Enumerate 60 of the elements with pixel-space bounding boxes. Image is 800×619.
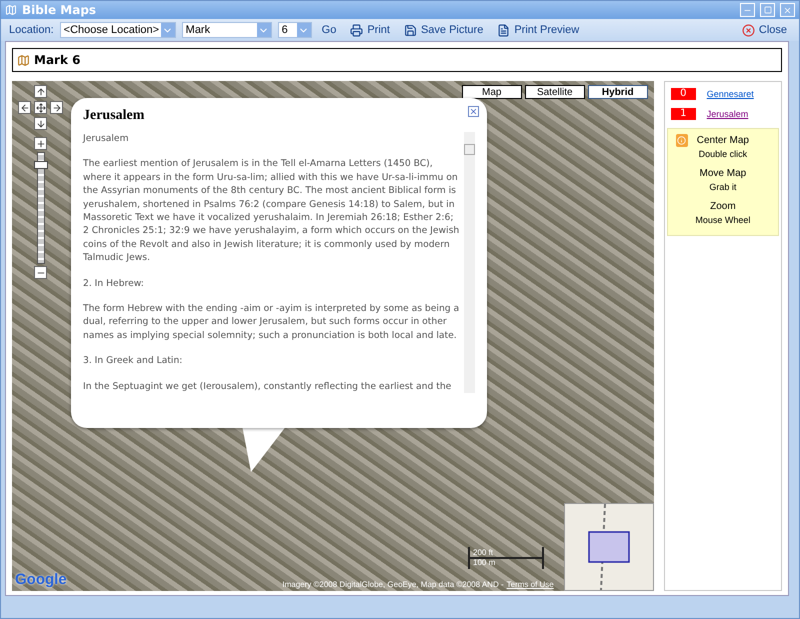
map-attribution: Imagery ©2008 DigitalGlobe, GeoEye, Map data ©2008 AND - — [282, 580, 504, 589]
print-button[interactable]: Print — [346, 24, 394, 36]
place-link[interactable]: Jerusalem — [706, 109, 748, 119]
help-text: Mouse Wheel — [695, 215, 750, 225]
map-icon — [5, 4, 17, 16]
terms-link[interactable]: Terms of Use — [506, 580, 554, 589]
arrow-left-icon — [20, 102, 30, 112]
popup-paragraph: 2. In Hebrew: — [83, 276, 145, 290]
popup-paragraph: The form Hebrew with the ending -aim or -ayim is interpreted by some as being a dual, referring to the upper and lower Jerusalem, but such forms occur in other names as implying special solemnity; such a pronunciation is both local and late. — [83, 302, 460, 342]
popup-title: Jerusalem — [83, 108, 144, 124]
save-picture-button[interactable]: Save Picture — [400, 24, 488, 36]
popup-paragraph: Jerusalem — [83, 132, 130, 146]
pan-up-button[interactable] — [34, 85, 47, 98]
plus-icon — [36, 138, 46, 148]
close-button[interactable] — [468, 106, 479, 117]
popup-paragraph: In the Septuagint we get (Ierousalem), constantly reflecting the earliest and the — [83, 380, 452, 394]
zoom-slider-thumb[interactable] — [34, 161, 48, 170]
printer-icon — [350, 24, 364, 36]
map-scale: 200 ft 100 m — [468, 547, 544, 569]
maximize-icon — [764, 6, 772, 14]
place-number: 0 — [670, 88, 696, 100]
help-title: Zoom — [710, 201, 736, 212]
chapter-title: Mark 6 — [34, 53, 80, 67]
map-type-button[interactable]: Hybrid — [588, 85, 648, 99]
go-button[interactable]: Go — [318, 24, 340, 36]
close-icon — [742, 24, 755, 36]
document-icon — [497, 24, 510, 36]
pan-left-button[interactable] — [18, 101, 31, 114]
info-icon — [676, 134, 688, 147]
map-logo: Google — [15, 571, 67, 588]
pan-right-button[interactable] — [50, 101, 63, 114]
pan-down-button[interactable] — [34, 117, 47, 130]
print-preview-button[interactable]: Print Preview — [493, 24, 584, 36]
place-number: 1 — [670, 108, 696, 120]
scrollbar[interactable] — [464, 132, 475, 394]
book-dropdown[interactable]: Mark — [182, 22, 272, 38]
location-label: Location: — [9, 24, 54, 36]
help-title: Move Map — [700, 168, 746, 179]
map-icon — [17, 54, 30, 66]
arrow-right-icon — [52, 102, 62, 112]
chapter-dropdown[interactable]: 6 — [278, 22, 312, 38]
map-type-button[interactable]: Map — [462, 85, 522, 99]
four-arrows-icon — [36, 102, 46, 112]
popup-paragraph: 3. In Greek and Latin: — [83, 354, 184, 368]
location-dropdown[interactable]: <Choose Location> — [60, 22, 176, 38]
center-button[interactable] — [34, 101, 47, 114]
window-title: Bible Maps — [22, 3, 98, 17]
help-text: Grab it — [709, 182, 736, 192]
place-link[interactable]: Gennesaret — [706, 89, 754, 99]
close-app-button[interactable]: Close — [738, 24, 791, 36]
close-icon — [783, 6, 792, 14]
help-text: Double click — [698, 149, 748, 159]
zoom-out-button[interactable] — [34, 266, 47, 279]
help-title: Center Map — [696, 135, 749, 146]
popup-paragraph: The earliest mention of Jerusalem is in the Tell el-Amarna Letters (1450 BC), where it appears in the form Uru-sa-lim; allied with this we have Ur-sa-li-immu on the Assyrian monuments of the 8th century BC. The most ancient Biblical form is yerushalem, shortened in Psalms 76:2 (compare Genesis 14:18) to Salem, but in Massoretic Text we have it vocalized yerushalaim. In Jeremiah 26:18; Esther 2:6; 2 Chronicles 25:1; 32:9 we have yerushalayim, a form which occurs on the Jewish coins of the Revolt and also in Jewish literature; it is commonly used by modern Talmudic Jews. — [83, 157, 460, 265]
arrow-down-icon — [36, 118, 46, 128]
map-type-button[interactable]: Satellite — [524, 85, 585, 99]
zoom-in-button[interactable] — [34, 137, 47, 150]
satellite-map-placeholder[interactable] — [12, 81, 654, 591]
arrow-up-icon — [36, 86, 46, 96]
